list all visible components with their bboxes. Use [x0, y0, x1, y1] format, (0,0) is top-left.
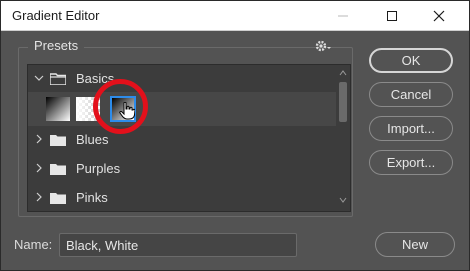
preset-group-label: Purples: [76, 161, 121, 176]
preset-group-purples[interactable]: Purples: [28, 155, 336, 183]
gear-icon: [315, 40, 331, 52]
presets-label: Presets: [28, 38, 85, 53]
chevron-right-icon[interactable]: [34, 163, 44, 173]
title-bar: Gradient Editor: [1, 1, 469, 31]
basics-swatches: [28, 92, 336, 126]
presets-list[interactable]: Basics Blues Purples Pinks: [27, 64, 351, 212]
gradient-editor-dialog: Gradient Editor Presets Basics Blues Pur…: [0, 0, 470, 271]
close-button[interactable]: [419, 1, 459, 31]
gradient-name-input[interactable]: [59, 233, 297, 257]
maximize-button[interactable]: [372, 1, 412, 31]
export-button[interactable]: Export...: [369, 150, 453, 175]
folder-icon: [50, 73, 66, 85]
folder-icon: [50, 164, 66, 175]
window-title: Gradient Editor: [12, 8, 100, 23]
gradient-swatch-foreground-to-background[interactable]: [46, 97, 70, 121]
ok-button[interactable]: OK: [369, 48, 453, 73]
new-button[interactable]: New: [375, 232, 455, 257]
folder-icon: [50, 135, 66, 146]
folder-icon: [50, 193, 66, 204]
preset-group-blues[interactable]: Blues: [28, 126, 336, 154]
selection-highlight-circle: [93, 79, 148, 134]
maximize-icon: [387, 11, 397, 21]
chevron-right-icon[interactable]: [34, 134, 44, 144]
scroll-up-icon[interactable]: [339, 70, 347, 76]
close-icon: [433, 10, 445, 22]
name-label: Name:: [14, 237, 53, 252]
chevron-down-icon[interactable]: [34, 73, 44, 83]
minimize-icon: [338, 15, 348, 17]
minimize-button[interactable]: [323, 1, 363, 31]
cancel-button[interactable]: Cancel: [369, 82, 453, 107]
preset-group-basics[interactable]: Basics: [28, 65, 336, 93]
scroll-down-icon[interactable]: [339, 197, 347, 203]
preset-group-label: Blues: [76, 132, 109, 147]
preset-group-label: Pinks: [76, 190, 108, 205]
presets-scrollbar[interactable]: [336, 65, 350, 211]
import-button[interactable]: Import...: [369, 116, 453, 141]
presets-settings-button[interactable]: [314, 38, 332, 54]
scrollbar-thumb[interactable]: [339, 82, 347, 122]
chevron-right-icon[interactable]: [34, 192, 44, 202]
preset-group-pinks[interactable]: Pinks: [28, 184, 336, 211]
